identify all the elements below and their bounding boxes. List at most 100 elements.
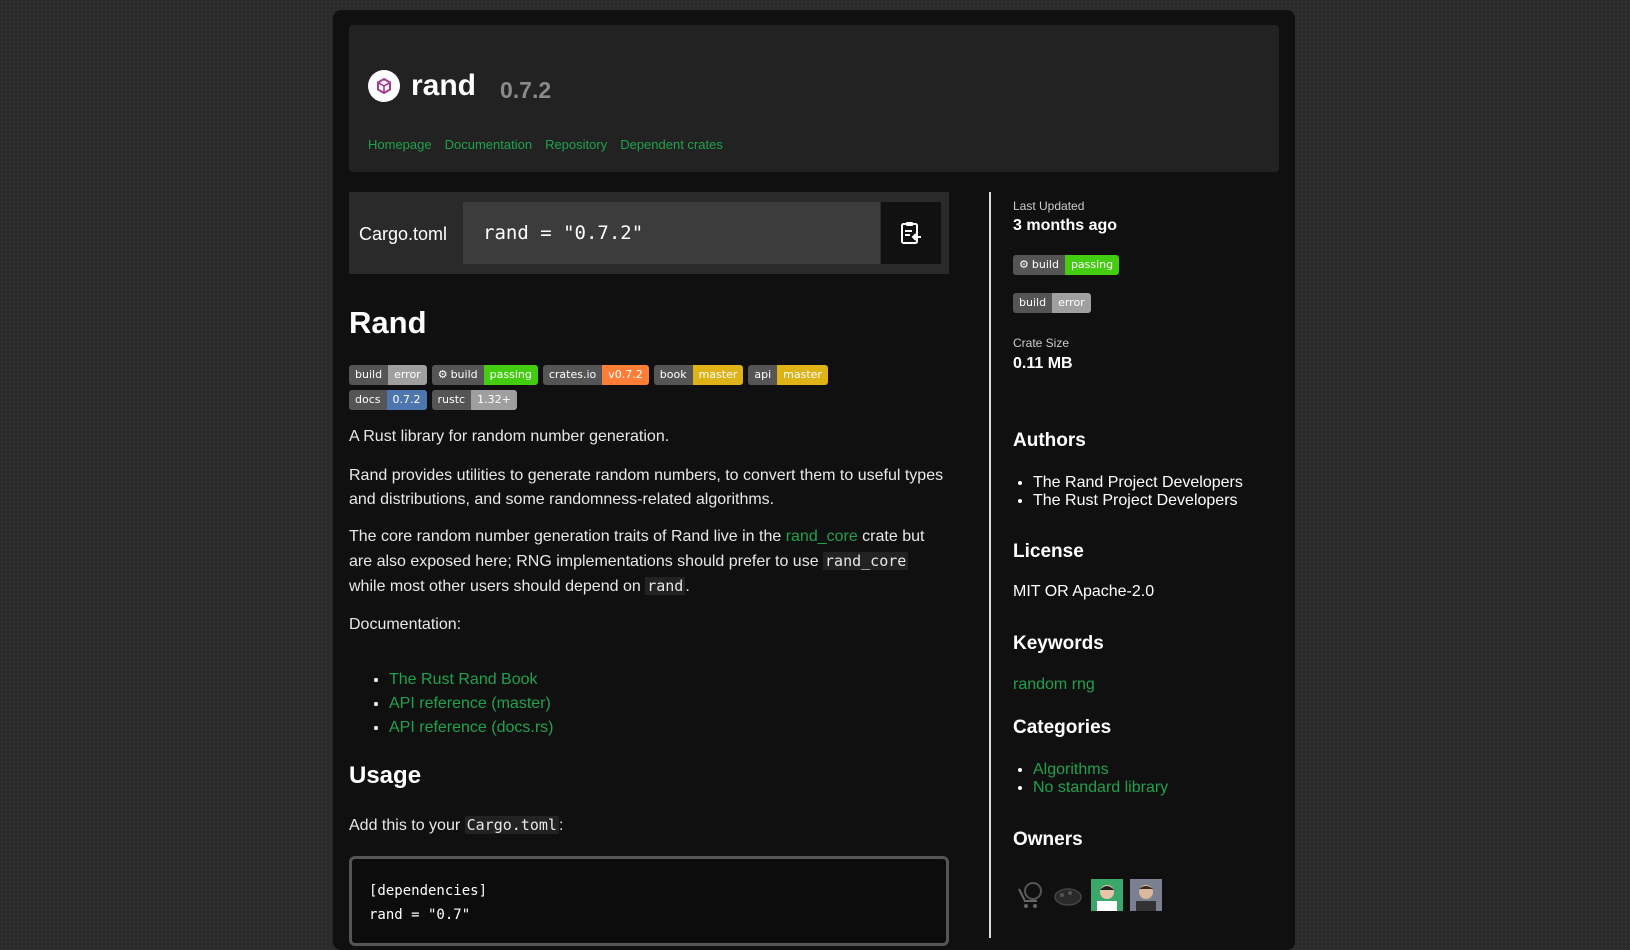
rand-core-link[interactable]: rand_core bbox=[786, 528, 858, 545]
badge-left: docs bbox=[349, 390, 387, 410]
last-updated-value: 3 months ago bbox=[1013, 217, 1118, 234]
gear-icon: ⚙ bbox=[1019, 258, 1029, 271]
inline-code: Cargo.toml bbox=[464, 816, 559, 834]
owners-heading: Owners bbox=[1013, 829, 1083, 850]
nav-dependent-crates-link[interactable]: Dependent crates bbox=[620, 137, 723, 152]
text-span: while most other users should depend on bbox=[349, 578, 646, 595]
text-span: The core random number generation traits… bbox=[349, 528, 786, 545]
badge-left: build bbox=[1031, 258, 1059, 271]
readme-title: Rand bbox=[349, 305, 427, 340]
readme-intro: A Rust library for random number generat… bbox=[349, 428, 670, 445]
keyword-link[interactable]: rng bbox=[1072, 676, 1095, 693]
badge-right: master bbox=[777, 365, 828, 385]
install-box: Cargo.toml rand = "0.7.2" bbox=[349, 192, 949, 274]
owners-list bbox=[1013, 879, 1162, 911]
badge-row: build error ⚙ build passing crates.io v0.7.2 bo… bbox=[349, 365, 909, 410]
badge-right: master bbox=[692, 365, 744, 385]
list-item: API reference (master) bbox=[389, 692, 554, 716]
readme-badge[interactable]: book master bbox=[653, 365, 744, 385]
badge-right: 1.32+ bbox=[471, 390, 517, 410]
badge-left-text: build bbox=[355, 368, 383, 381]
badge-right: passing bbox=[483, 365, 538, 385]
category-link[interactable]: No standard library bbox=[1033, 779, 1168, 796]
install-snippet[interactable]: rand = "0.7.2" bbox=[463, 202, 880, 264]
readme-badge[interactable]: docs 0.7.2 bbox=[349, 390, 427, 410]
badge-left: ⚙ build bbox=[431, 365, 484, 385]
crate-size-label: Crate Size bbox=[1013, 336, 1070, 350]
crate-logo-icon bbox=[368, 70, 400, 102]
nav-documentation-link[interactable]: Documentation bbox=[445, 137, 532, 152]
clipboard-copy-icon bbox=[901, 222, 921, 244]
usage-text: Add this to your Cargo.toml: bbox=[349, 813, 949, 838]
license-value: MIT OR Apache-2.0 bbox=[1013, 583, 1155, 600]
doc-link-api-master[interactable]: API reference (master) bbox=[389, 695, 551, 712]
badge-left-text: docs bbox=[355, 393, 381, 406]
docs-label: Documentation: bbox=[349, 616, 462, 633]
badge-left-text: crates.io bbox=[548, 368, 597, 381]
category-link[interactable]: Algorithms bbox=[1033, 761, 1109, 778]
inline-code: rand_core bbox=[823, 552, 909, 570]
badge-left: build bbox=[1013, 293, 1053, 313]
authors-list: The Rand Project Developers The Rust Pro… bbox=[1013, 474, 1243, 510]
usage-code-block[interactable]: [dependencies] rand = "0.7" bbox=[349, 856, 949, 946]
doc-link-api-docsrs[interactable]: API reference (docs.rs) bbox=[389, 719, 554, 736]
code-line: rand = "0.7" bbox=[369, 907, 471, 923]
sidebar-build-error-badge[interactable]: build error bbox=[1013, 293, 1091, 313]
sidebar-divider bbox=[989, 192, 991, 938]
list-item: The Rust Rand Book bbox=[389, 668, 554, 692]
owner-avatar-2[interactable] bbox=[1052, 879, 1084, 911]
keywords-list: random rng bbox=[1013, 676, 1095, 694]
text-span: : bbox=[558, 817, 564, 834]
nav-homepage-link[interactable]: Homepage bbox=[368, 137, 432, 152]
copy-button[interactable] bbox=[881, 202, 941, 264]
categories-list: Algorithms No standard library bbox=[1013, 761, 1168, 797]
doc-links-list: The Rust Rand Book API reference (master… bbox=[349, 668, 554, 740]
readme-badge[interactable]: api master bbox=[748, 365, 828, 385]
readme-badge[interactable]: crates.io v0.7.2 bbox=[542, 365, 649, 385]
text-span: Add this to your bbox=[349, 817, 465, 834]
badge-left: book bbox=[653, 365, 693, 385]
badge-left: rustc bbox=[431, 390, 472, 410]
readme-badge[interactable]: ⚙ build passing bbox=[431, 365, 538, 385]
badge-left-text: book bbox=[659, 368, 687, 381]
owner-avatar-1[interactable] bbox=[1013, 879, 1045, 911]
author-item: The Rand Project Developers bbox=[1033, 474, 1243, 492]
list-item: API reference (docs.rs) bbox=[389, 716, 554, 740]
authors-heading: Authors bbox=[1013, 430, 1086, 451]
crate-size-value: 0.11 MB bbox=[1013, 355, 1073, 372]
badge-right: error bbox=[1052, 293, 1091, 313]
badge-left-text: rustc bbox=[437, 393, 466, 406]
badge-right: 0.7.2 bbox=[386, 390, 427, 410]
owner-avatar-4[interactable] bbox=[1130, 879, 1162, 911]
nav-repository-link[interactable]: Repository bbox=[545, 137, 607, 152]
crate-version: 0.7.2 bbox=[500, 77, 552, 103]
owner-avatar-3[interactable] bbox=[1091, 879, 1123, 911]
badge-left: api bbox=[748, 365, 778, 385]
keywords-heading: Keywords bbox=[1013, 633, 1104, 654]
crate-name: rand bbox=[411, 69, 477, 102]
license-heading: License bbox=[1013, 541, 1084, 562]
badge-right: v0.7.2 bbox=[602, 365, 649, 385]
keyword-link[interactable]: random bbox=[1013, 676, 1067, 693]
badge-left-text: api bbox=[754, 368, 772, 381]
crate-header: rand 0.7.2 Homepage Documentation Reposi… bbox=[349, 25, 1279, 172]
last-updated-label: Last Updated bbox=[1013, 199, 1085, 213]
install-label: Cargo.toml bbox=[359, 224, 448, 244]
crate-nav: Homepage Documentation Repository Depend… bbox=[368, 137, 723, 152]
readme-badge[interactable]: rustc 1.32+ bbox=[431, 390, 517, 410]
readme-core-paragraph: The core random number generation traits… bbox=[349, 525, 949, 599]
inline-code: rand bbox=[645, 577, 686, 595]
badge-left: build bbox=[349, 365, 389, 385]
doc-link-book[interactable]: The Rust Rand Book bbox=[389, 671, 538, 688]
author-item: The Rust Project Developers bbox=[1033, 492, 1243, 510]
categories-heading: Categories bbox=[1013, 717, 1112, 738]
badge-left: crates.io bbox=[542, 365, 603, 385]
badge-right: error bbox=[388, 365, 427, 385]
usage-heading: Usage bbox=[349, 762, 422, 789]
list-item: Algorithms bbox=[1033, 761, 1168, 779]
badge-right: passing bbox=[1064, 255, 1120, 275]
sidebar-build-badge[interactable]: ⚙ build passing bbox=[1013, 255, 1120, 275]
code-line: [dependencies] bbox=[369, 883, 488, 899]
badge-left-text: build bbox=[450, 368, 478, 381]
readme-badge[interactable]: build error bbox=[349, 365, 427, 385]
